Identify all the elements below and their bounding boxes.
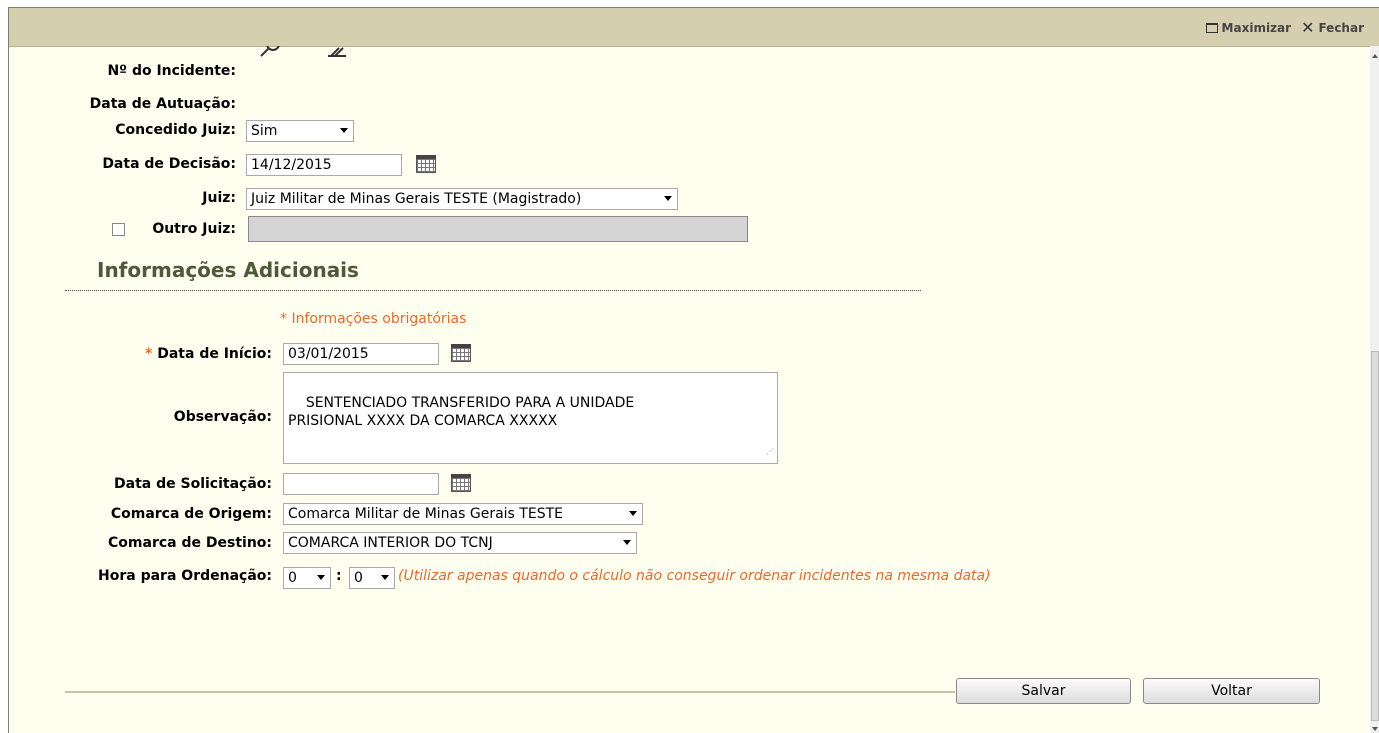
- search-icon[interactable]: [259, 46, 281, 58]
- hora-separator: :: [336, 568, 342, 584]
- autuacao-label: Data de Autuação:: [89, 96, 236, 112]
- chevron-down-icon: [381, 575, 389, 580]
- close-label: Fechar: [1318, 21, 1364, 35]
- destino-select[interactable]: COMARCA INTERIOR DO TCNJ: [283, 532, 637, 554]
- hora-label: Hora para Ordenação:: [98, 568, 272, 584]
- hora-value: 0: [288, 570, 297, 586]
- calendar-icon[interactable]: [451, 474, 471, 492]
- chevron-down-icon: [340, 128, 348, 133]
- minuto-select[interactable]: 0: [349, 567, 395, 589]
- scroll-down-icon[interactable]: [1372, 727, 1378, 731]
- resize-grip-icon[interactable]: ⋰: [766, 443, 774, 461]
- calendar-icon[interactable]: [451, 344, 471, 362]
- observacao-value: SENTENCIADO TRANSFERIDO PARA A UNIDADE P…: [288, 395, 635, 429]
- required-mark: *: [145, 346, 153, 362]
- outro-juiz-input[interactable]: [248, 216, 748, 242]
- hora-select[interactable]: 0: [283, 567, 331, 589]
- maximize-icon: [1205, 23, 1218, 33]
- origem-label: Comarca de Origem:: [110, 506, 272, 522]
- chevron-down-icon: [664, 196, 672, 201]
- vertical-scrollbar[interactable]: [1370, 46, 1379, 733]
- solicitacao-input[interactable]: [283, 473, 439, 495]
- juiz-value: Juiz Militar de Minas Gerais TESTE (Magi…: [251, 191, 582, 207]
- calendar-icon[interactable]: [416, 155, 436, 173]
- minuto-value: 0: [354, 570, 363, 586]
- destino-value: COMARCA INTERIOR DO TCNJ: [288, 535, 493, 551]
- solicitacao-label: Data de Solicitação:: [114, 476, 272, 492]
- dialog-titlebar: Maximizar ✕ Fechar: [9, 8, 1379, 47]
- scrollbar-thumb[interactable]: [1371, 351, 1379, 721]
- decisao-label: Data de Decisão:: [102, 156, 236, 172]
- origem-select[interactable]: Comarca Militar de Minas Gerais TESTE: [283, 503, 643, 525]
- maximize-button[interactable]: Maximizar: [1205, 21, 1292, 35]
- destino-label: Comarca de Destino:: [108, 535, 272, 551]
- close-icon: ✕: [1301, 18, 1315, 37]
- chevron-down-icon: [623, 540, 631, 545]
- footer-divider: [65, 691, 955, 693]
- observacao-textarea[interactable]: SENTENCIADO TRANSFERIDO PARA A UNIDADE P…: [283, 372, 778, 464]
- inicio-label-text: Data de Início:: [157, 346, 272, 362]
- concedido-label: Concedido Juiz:: [115, 122, 236, 138]
- concedido-select[interactable]: Sim: [246, 120, 354, 142]
- chevron-down-icon: [629, 511, 637, 516]
- scroll-up-icon[interactable]: [1372, 54, 1378, 58]
- outro-juiz-checkbox[interactable]: [112, 223, 125, 236]
- outro-juiz-label: Outro Juiz:: [152, 221, 236, 237]
- observacao-label: Observação:: [173, 409, 272, 425]
- concedido-value: Sim: [251, 123, 278, 139]
- chevron-down-icon: [317, 575, 325, 580]
- hora-note: (Utilizar apenas quando o cálculo não co…: [398, 568, 991, 584]
- save-button[interactable]: Salvar: [956, 678, 1131, 704]
- juiz-select[interactable]: Juiz Militar de Minas Gerais TESTE (Magi…: [246, 188, 678, 210]
- section-title: Informações Adicionais: [97, 258, 359, 282]
- back-button[interactable]: Voltar: [1143, 678, 1320, 704]
- inicio-input[interactable]: 03/01/2015: [283, 343, 439, 365]
- close-button[interactable]: ✕ Fechar: [1301, 18, 1364, 37]
- eraser-icon[interactable]: [325, 46, 349, 58]
- juiz-label: Juiz:: [202, 190, 236, 206]
- maximize-label: Maximizar: [1221, 21, 1292, 35]
- dialog-window: Maximizar ✕ Fechar Nº do Incidente: Data…: [8, 7, 1379, 733]
- section-divider: [65, 290, 921, 291]
- incidente-label: Nº do Incidente:: [107, 63, 236, 79]
- inicio-label: * Data de Início:: [145, 346, 272, 362]
- decisao-input[interactable]: 14/12/2015: [246, 154, 402, 176]
- origem-value: Comarca Militar de Minas Gerais TESTE: [288, 506, 563, 522]
- required-note: * Informações obrigatórias: [280, 311, 467, 327]
